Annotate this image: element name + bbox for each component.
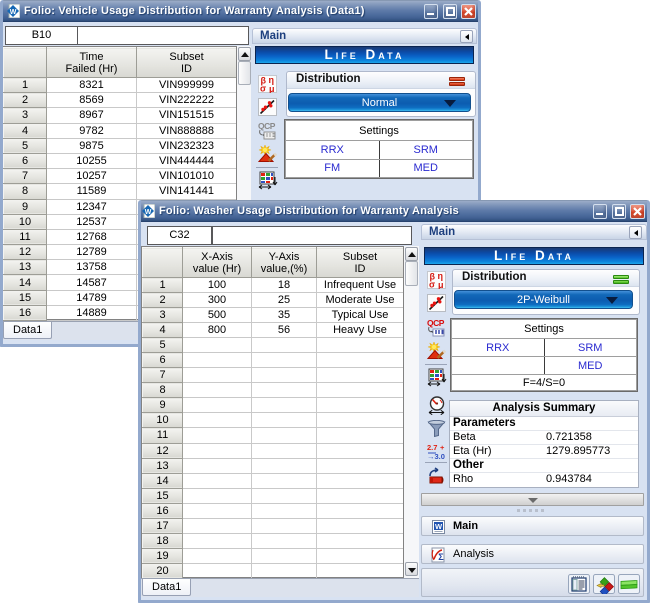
svg-text:σ: σ <box>260 84 266 94</box>
svg-text:+: + <box>440 443 445 452</box>
svg-text:W: W <box>435 522 443 531</box>
svg-text:QCP: QCP <box>258 121 276 131</box>
svg-text:2.7: 2.7 <box>427 443 437 452</box>
svg-text:μ: μ <box>269 84 275 93</box>
svg-text:QCP: QCP <box>427 318 445 328</box>
svg-text:σ: σ <box>429 280 435 290</box>
svg-text:W: W <box>10 9 17 16</box>
svg-text:Σ: Σ <box>438 552 444 562</box>
svg-text:→3.0: →3.0 <box>427 452 445 460</box>
svg-text:W: W <box>145 209 152 216</box>
svg-text:μ: μ <box>438 280 444 289</box>
